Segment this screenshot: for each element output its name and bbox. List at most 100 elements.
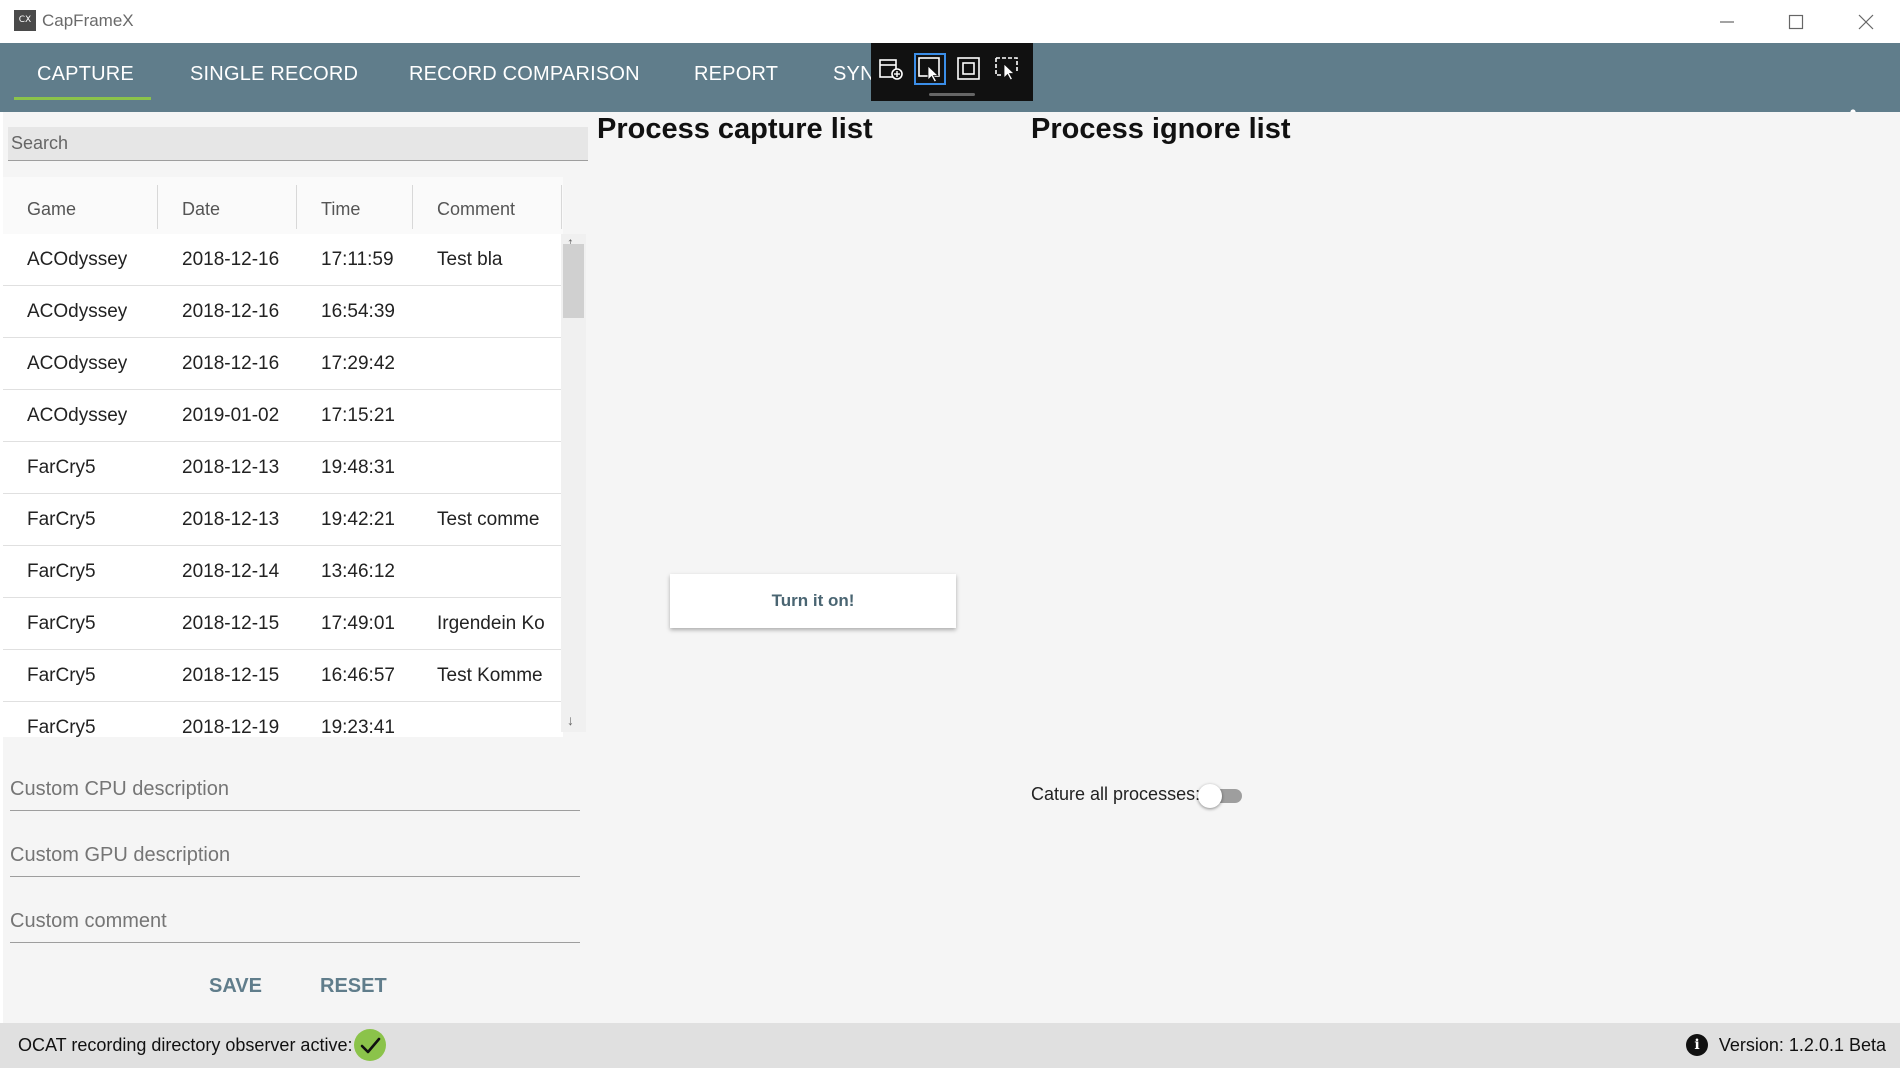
cell-game: FarCry5 bbox=[27, 717, 96, 737]
table-row[interactable]: ACOdyssey 2019-01-02 17:15:21 bbox=[3, 390, 563, 442]
cell-comment: Test Komme bbox=[437, 665, 543, 686]
cell-game: FarCry5 bbox=[27, 665, 96, 686]
table-row[interactable]: FarCry5 2018-12-19 19:23:41 bbox=[3, 702, 563, 737]
table-row[interactable]: FarCry5 2018-12-13 19:42:21 Test comme bbox=[3, 494, 563, 546]
pointer-select-icon bbox=[918, 57, 940, 83]
cell-game: FarCry5 bbox=[27, 509, 96, 530]
minimize-icon bbox=[1720, 21, 1734, 23]
column-divider[interactable] bbox=[561, 185, 562, 229]
table-row[interactable]: ACOdyssey 2018-12-16 17:29:42 bbox=[3, 338, 563, 390]
info-icon: i bbox=[1686, 1034, 1708, 1056]
toggle-knob bbox=[1198, 784, 1222, 808]
window-title: CapFrameX bbox=[42, 11, 134, 30]
cell-time: 17:11:59 bbox=[321, 249, 394, 270]
custom-cpu-label: Custom CPU description bbox=[10, 778, 229, 800]
minimize-button[interactable] bbox=[1704, 6, 1750, 36]
tab-report[interactable]: REPORT bbox=[694, 63, 778, 86]
scroll-down-arrow-icon[interactable]: ↓ bbox=[567, 712, 574, 728]
cell-game: FarCry5 bbox=[27, 613, 96, 634]
version-text: Version: 1.2.0.1 Beta bbox=[1718, 1035, 1886, 1055]
cell-time: 16:54:39 bbox=[321, 301, 395, 322]
capture-all-processes-label: Cature all processes: bbox=[1031, 784, 1201, 804]
table-row[interactable]: ACOdyssey 2018-12-16 16:54:39 bbox=[3, 286, 563, 338]
cell-game: ACOdyssey bbox=[27, 301, 128, 322]
records-table: Game Date Time Comment ACOdyssey 2018-12… bbox=[3, 177, 563, 737]
column-header-time[interactable]: Time bbox=[321, 199, 360, 220]
process-ignore-list-heading: Process ignore list bbox=[1031, 113, 1291, 145]
cell-date: 2018-12-13 bbox=[182, 457, 280, 478]
tab-capture[interactable]: CAPTURE bbox=[37, 63, 134, 86]
cell-date: 2018-12-13 bbox=[182, 509, 280, 530]
reset-button[interactable]: RESET bbox=[320, 975, 387, 998]
app-icon: CX bbox=[14, 10, 36, 31]
maximize-button[interactable] bbox=[1773, 6, 1819, 36]
freeform-capture-button[interactable] bbox=[993, 55, 1021, 83]
cell-time: 19:23:41 bbox=[321, 717, 395, 737]
tab-record-comparison[interactable]: RECORD COMPARISON bbox=[409, 63, 640, 86]
column-header-date[interactable]: Date bbox=[182, 199, 220, 220]
region-capture-button[interactable] bbox=[955, 55, 983, 83]
search-input[interactable] bbox=[8, 127, 588, 161]
table-scrollbar[interactable]: ↑ ↓ bbox=[561, 234, 586, 732]
table-row[interactable]: FarCry5 2018-12-15 17:49:01 Irgendein Ko bbox=[3, 598, 563, 650]
cell-game: ACOdyssey bbox=[27, 249, 128, 270]
cell-date: 2018-12-14 bbox=[182, 561, 280, 582]
cell-time: 16:46:57 bbox=[321, 665, 395, 686]
screen-capture-toolbar bbox=[871, 43, 1033, 101]
cell-time: 13:46:12 bbox=[321, 561, 395, 582]
cell-date: 2019-01-02 bbox=[182, 405, 280, 426]
cell-date: 2018-12-16 bbox=[182, 249, 280, 270]
scrollbar-thumb[interactable] bbox=[563, 244, 584, 318]
freeform-capture-icon bbox=[995, 57, 1018, 81]
cell-comment: Test comme bbox=[437, 509, 540, 530]
observer-active-check-icon bbox=[354, 1029, 386, 1061]
cell-game: FarCry5 bbox=[27, 561, 96, 582]
table-row[interactable]: FarCry5 2018-12-15 16:46:57 Test Komme bbox=[3, 650, 563, 702]
cell-game: FarCry5 bbox=[27, 457, 96, 478]
status-bar: OCAT recording directory observer active… bbox=[0, 1023, 1900, 1068]
table-header: Game Date Time Comment bbox=[3, 177, 563, 235]
cell-date: 2018-12-16 bbox=[182, 301, 280, 322]
cell-date: 2018-12-19 bbox=[182, 717, 280, 737]
region-capture-icon bbox=[957, 57, 980, 80]
process-lists-area bbox=[589, 112, 1900, 1023]
custom-comment-label: Custom comment bbox=[10, 910, 167, 932]
close-button[interactable] bbox=[1843, 6, 1889, 36]
tab-synchronization[interactable]: SYN bbox=[833, 63, 875, 86]
custom-gpu-label: Custom GPU description bbox=[10, 844, 231, 866]
cell-time: 17:29:42 bbox=[321, 353, 395, 374]
close-icon bbox=[1858, 14, 1874, 30]
cell-time: 17:15:21 bbox=[321, 405, 395, 426]
toolbar-drag-handle[interactable] bbox=[929, 93, 975, 96]
column-header-game[interactable]: Game bbox=[27, 199, 76, 220]
custom-gpu-field[interactable]: Custom GPU description bbox=[10, 836, 580, 877]
cell-time: 19:48:31 bbox=[321, 457, 395, 478]
custom-comment-field[interactable]: Custom comment bbox=[10, 902, 580, 943]
cell-game: ACOdyssey bbox=[27, 353, 128, 374]
title-bar: CX CapFrameX bbox=[0, 0, 1900, 43]
save-button[interactable]: SAVE bbox=[209, 975, 262, 998]
maximize-icon bbox=[1788, 14, 1804, 30]
column-divider[interactable] bbox=[412, 185, 413, 229]
table-row[interactable]: FarCry5 2018-12-14 13:46:12 bbox=[3, 546, 563, 598]
table-row[interactable]: ACOdyssey 2018-12-16 17:11:59 Test bla bbox=[3, 234, 563, 286]
turn-it-on-button[interactable]: Turn it on! bbox=[670, 574, 956, 628]
cell-date: 2018-12-16 bbox=[182, 353, 280, 374]
observer-status-text: OCAT recording directory observer active… bbox=[18, 1035, 353, 1055]
column-divider[interactable] bbox=[157, 185, 158, 229]
cell-game: ACOdyssey bbox=[27, 405, 128, 426]
capture-all-processes-toggle[interactable] bbox=[1198, 784, 1246, 808]
select-capture-button[interactable] bbox=[914, 53, 946, 85]
cell-comment: Test bla bbox=[437, 249, 503, 270]
window-capture-icon bbox=[879, 59, 903, 80]
process-capture-list-heading: Process capture list bbox=[597, 113, 873, 145]
table-row[interactable]: FarCry5 2018-12-13 19:48:31 bbox=[3, 442, 563, 494]
active-tab-indicator bbox=[14, 97, 151, 100]
window-capture-button[interactable] bbox=[877, 55, 905, 83]
custom-cpu-field[interactable]: Custom CPU description bbox=[10, 770, 580, 811]
cell-date: 2018-12-15 bbox=[182, 613, 280, 634]
column-header-comment[interactable]: Comment bbox=[437, 199, 515, 220]
column-divider[interactable] bbox=[296, 185, 297, 229]
cell-date: 2018-12-15 bbox=[182, 665, 280, 686]
tab-single-record[interactable]: SINGLE RECORD bbox=[190, 63, 358, 86]
